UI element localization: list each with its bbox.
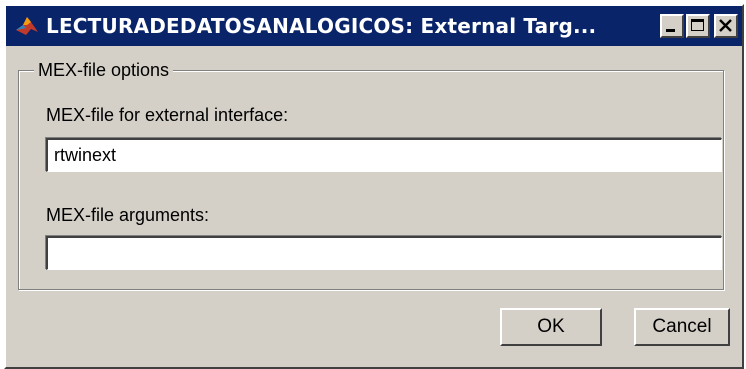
- maximize-icon: [691, 19, 704, 31]
- close-icon: [719, 19, 732, 32]
- ok-button-label: OK: [537, 316, 565, 337]
- interface-label: MEX-file for external interface:: [46, 105, 289, 125]
- window-title: LECTURADEDATOSANALOGICOS: External Targ.…: [46, 14, 597, 38]
- ok-button[interactable]: OK: [500, 308, 602, 346]
- minimize-icon: [666, 29, 675, 32]
- arguments-label: MEX-file arguments:: [46, 205, 210, 225]
- mex-interface-input[interactable]: [46, 138, 722, 172]
- group-legend: MEX-file options: [34, 58, 174, 82]
- maximize-button[interactable]: [686, 14, 710, 38]
- mex-arguments-input[interactable]: [46, 236, 722, 270]
- dialog-window: LECTURADEDATOSANALOGICOS: External Targ.…: [4, 4, 744, 369]
- matlab-logo-icon: [16, 17, 38, 35]
- close-button[interactable]: [714, 14, 738, 38]
- cancel-button[interactable]: Cancel: [634, 308, 730, 346]
- title-bar[interactable]: LECTURADEDATOSANALOGICOS: External Targ.…: [6, 6, 742, 46]
- cancel-button-label: Cancel: [652, 316, 712, 337]
- minimize-button[interactable]: [660, 14, 684, 38]
- window-controls: [660, 14, 738, 38]
